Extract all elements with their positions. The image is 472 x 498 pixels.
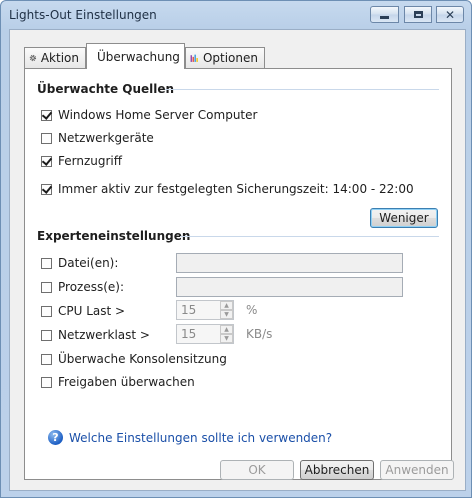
checkbox-label: Prozess(e):	[58, 280, 125, 294]
checkbox-label: Fernzugriff	[58, 154, 123, 168]
checkbox-console-session[interactable]	[41, 353, 52, 365]
checkbox-shares[interactable]	[41, 376, 52, 388]
checkbox-row-shares[interactable]: Freigaben überwachen	[41, 374, 195, 390]
title-bar[interactable]: Lights-Out Einstellungen ✕	[1, 1, 471, 29]
checkbox-label: Datei(en):	[58, 256, 119, 270]
checkbox-row-home-server[interactable]: Windows Home Server Computer	[41, 107, 257, 123]
network-unit: KB/s	[246, 327, 273, 341]
stepper-down-icon[interactable]: ▼	[220, 334, 233, 343]
network-load-stepper[interactable]: 15 ▲ ▼	[176, 324, 234, 344]
maximize-icon	[413, 11, 423, 18]
ok-button[interactable]: OK	[220, 460, 294, 480]
stepper-value: 15	[181, 327, 197, 341]
checkbox-label: Netzwerklast >	[58, 328, 150, 342]
cpu-load-stepper[interactable]: 15 ▲ ▼	[176, 300, 234, 320]
stepper-arrows: ▲ ▼	[220, 301, 233, 319]
less-button[interactable]: Weniger	[370, 208, 438, 228]
checkbox-row-files[interactable]: Datei(en):	[41, 255, 118, 271]
bar-chart-icon	[190, 54, 198, 62]
dialog-window: Lights-Out Einstellungen ✕ Aktion Überwa…	[0, 0, 472, 498]
minimize-button[interactable]	[370, 6, 399, 23]
close-icon: ✕	[444, 7, 456, 22]
checkbox-remote-access[interactable]	[41, 155, 52, 167]
checkbox-home-server[interactable]	[41, 109, 52, 121]
checkbox-row-backup-time[interactable]: Immer aktiv zur festgelegten Sicherungsz…	[41, 181, 414, 197]
checkbox-row-network-load[interactable]: Netzwerklast >	[41, 327, 150, 343]
tab-ueberwachung[interactable]: Überwachung	[86, 43, 185, 69]
tab-label: Aktion	[40, 51, 79, 65]
stepper-arrows: ▲ ▼	[220, 325, 233, 343]
processes-input[interactable]	[176, 277, 403, 297]
files-input[interactable]	[176, 253, 403, 273]
stepper-value: 15	[181, 303, 197, 317]
checkbox-label: Immer aktiv zur festgelegten Sicherungsz…	[58, 182, 414, 196]
checkbox-label: Windows Home Server Computer	[58, 108, 258, 122]
section-title-monitored-sources: Überwachte Quellen	[37, 82, 175, 96]
checkbox-network-load[interactable]	[41, 329, 52, 341]
apply-button[interactable]: Anwenden	[380, 460, 454, 480]
tab-panel-ueberwachung: Überwachte Quellen Windows Home Server C…	[24, 68, 452, 480]
help-link-row[interactable]: ? Welche Einstellungen sollte ich verwen…	[48, 430, 332, 445]
section-title-expert-settings: Experteneinstellungen	[37, 229, 191, 243]
cpu-unit: %	[246, 303, 258, 317]
stepper-down-icon[interactable]: ▼	[220, 310, 233, 319]
tab-label: Optionen	[202, 51, 258, 65]
checkbox-row-console-session[interactable]: Überwache Konsolensitzung	[41, 351, 227, 367]
checkbox-backup-time[interactable]	[41, 183, 52, 195]
checkbox-row-processes[interactable]: Prozess(e):	[41, 279, 124, 295]
checkbox-row-cpu-load[interactable]: CPU Last >	[41, 303, 125, 319]
checkbox-files[interactable]	[41, 257, 52, 269]
tab-optionen[interactable]: Optionen	[185, 47, 265, 68]
checkbox-row-remote-access[interactable]: Fernzugriff	[41, 153, 122, 169]
cancel-button[interactable]: Abbrechen	[300, 460, 374, 480]
checkbox-label: CPU Last >	[58, 304, 126, 318]
gear-icon	[29, 54, 37, 62]
checkbox-label: Netzwerkgeräte	[58, 131, 154, 145]
checkbox-row-network-devices[interactable]: Netzwerkgeräte	[41, 130, 154, 146]
help-link[interactable]: Welche Einstellungen sollte ich verwende…	[69, 431, 332, 445]
stepper-up-icon[interactable]: ▲	[220, 325, 233, 334]
section-divider	[165, 89, 439, 90]
stepper-up-icon[interactable]: ▲	[220, 301, 233, 310]
checkbox-network-devices[interactable]	[41, 132, 52, 144]
minimize-icon	[380, 16, 389, 19]
tab-aktion[interactable]: Aktion	[24, 47, 86, 68]
window-title: Lights-Out Einstellungen	[9, 8, 157, 22]
checkbox-processes[interactable]	[41, 281, 52, 293]
help-question-icon: ?	[48, 430, 63, 445]
maximize-button[interactable]	[404, 6, 432, 23]
close-button[interactable]: ✕	[436, 6, 464, 23]
section-divider	[180, 236, 439, 237]
checkbox-cpu-load[interactable]	[41, 305, 52, 317]
checkbox-label: Überwache Konsolensitzung	[58, 352, 227, 366]
tab-label: Überwachung	[97, 49, 180, 64]
checkbox-label: Freigaben überwachen	[58, 375, 195, 389]
dialog-client: Aktion Überwachung Optionen Überwachte Q…	[9, 29, 466, 491]
